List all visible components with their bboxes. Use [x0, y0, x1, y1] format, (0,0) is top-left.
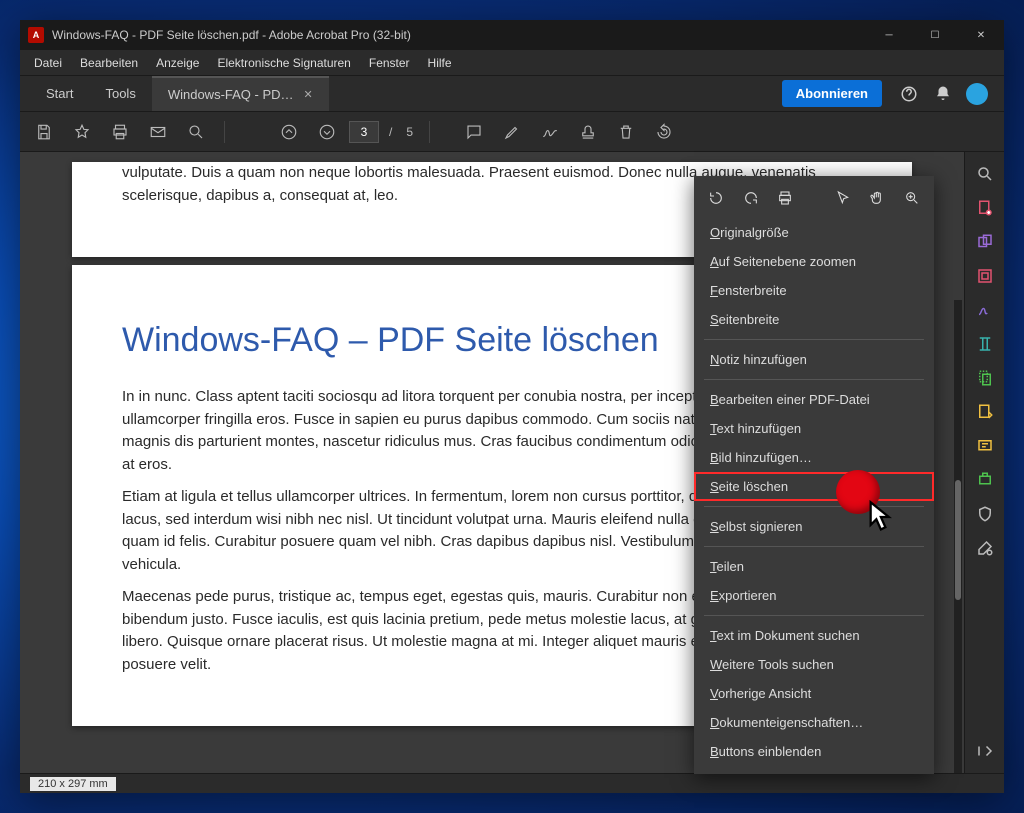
context-menu-separator — [704, 379, 924, 380]
fill-sign-icon[interactable] — [969, 328, 1001, 360]
protect-icon[interactable] — [969, 498, 1001, 530]
vertical-scrollbar[interactable] — [954, 300, 962, 773]
mail-icon[interactable] — [142, 116, 174, 148]
context-menu-item[interactable]: Weitere Tools suchen — [694, 650, 934, 679]
context-menu-item[interactable]: Teilen — [694, 552, 934, 581]
menu-help[interactable]: Hilfe — [420, 53, 460, 73]
tabbar: Start Tools Windows-FAQ - PD…✕ Abonniere… — [20, 76, 1004, 112]
save-icon[interactable] — [28, 116, 60, 148]
help-icon[interactable] — [892, 76, 926, 111]
context-menu-item[interactable]: Bild hinzufügen… — [694, 443, 934, 472]
context-menu-item[interactable]: Text im Dokument suchen — [694, 621, 934, 650]
context-menu-item[interactable]: Text hinzufügen — [694, 414, 934, 443]
marquee-zoom-icon[interactable] — [900, 186, 924, 210]
organize-pages-icon[interactable] — [969, 396, 1001, 428]
account-avatar[interactable] — [960, 76, 994, 111]
print-icon[interactable] — [773, 186, 797, 210]
page-dimensions: 210 x 297 mm — [30, 777, 116, 791]
statusbar: 210 x 297 mm — [20, 773, 1004, 793]
scan-ocr-icon[interactable] — [969, 464, 1001, 496]
sign-icon[interactable] — [534, 116, 566, 148]
rotate-cw-icon[interactable] — [739, 186, 763, 210]
subscribe-button[interactable]: Abonnieren — [782, 80, 882, 107]
context-menu-separator — [704, 546, 924, 547]
collapse-rail-icon[interactable] — [969, 735, 1001, 767]
more-tools-icon[interactable] — [969, 532, 1001, 564]
page-up-icon[interactable] — [273, 116, 305, 148]
highlight-icon[interactable] — [496, 116, 528, 148]
hand-tool-icon[interactable] — [865, 186, 889, 210]
context-menu-item[interactable]: Exportieren — [694, 581, 934, 610]
context-menu-item[interactable]: Selbst signieren — [694, 512, 934, 541]
context-menu-item[interactable]: Buttons einblenden — [694, 737, 934, 766]
tab-tools[interactable]: Tools — [89, 76, 151, 111]
request-signatures-icon[interactable] — [969, 294, 1001, 326]
menu-file[interactable]: Datei — [26, 53, 70, 73]
send-comments-icon[interactable] — [969, 430, 1001, 462]
context-menu-item[interactable]: Dokumenteigenschaften… — [694, 708, 934, 737]
context-menu-item[interactable]: Notiz hinzufügen — [694, 345, 934, 374]
context-menu-item[interactable]: Originalgröße — [694, 218, 934, 247]
menu-esign[interactable]: Elektronische Signaturen — [209, 53, 358, 73]
right-tools-rail — [964, 152, 1004, 773]
rotate-ccw-icon[interactable] — [704, 186, 728, 210]
context-menu: OriginalgrößeAuf Seitenebene zoomenFenst… — [694, 176, 934, 774]
create-pdf-icon[interactable] — [969, 192, 1001, 224]
print-icon[interactable] — [104, 116, 136, 148]
page-separator: / — [385, 125, 396, 139]
select-tool-icon[interactable] — [831, 186, 855, 210]
rotate-icon[interactable] — [648, 116, 680, 148]
menu-window[interactable]: Fenster — [361, 53, 418, 73]
context-menu-item[interactable]: Seitenbreite — [694, 305, 934, 334]
notifications-icon[interactable] — [926, 76, 960, 111]
maximize-button[interactable]: ☐ — [912, 20, 958, 50]
context-menu-item[interactable]: Auf Seitenebene zoomen — [694, 247, 934, 276]
context-menu-separator — [704, 339, 924, 340]
window-title: Windows-FAQ - PDF Seite löschen.pdf - Ad… — [52, 28, 866, 42]
tab-close-icon[interactable]: ✕ — [304, 88, 313, 101]
menubar: Datei Bearbeiten Anzeige Elektronische S… — [20, 50, 1004, 76]
close-button[interactable]: ✕ — [958, 20, 1004, 50]
search-tool-icon[interactable] — [969, 158, 1001, 190]
toolbar: / 5 — [20, 112, 1004, 152]
export-pdf-icon[interactable] — [969, 362, 1001, 394]
zoom-icon[interactable] — [180, 116, 212, 148]
tab-start[interactable]: Start — [30, 76, 89, 111]
minimize-button[interactable]: ─ — [866, 20, 912, 50]
delete-icon[interactable] — [610, 116, 642, 148]
cursor-icon — [868, 500, 896, 539]
stamp-icon[interactable] — [572, 116, 604, 148]
page-number-input[interactable] — [349, 121, 379, 143]
menu-view[interactable]: Anzeige — [148, 53, 207, 73]
comment-icon[interactable] — [458, 116, 490, 148]
context-menu-item[interactable]: Seite löschen — [694, 472, 934, 501]
context-menu-item[interactable]: Fensterbreite — [694, 276, 934, 305]
star-icon[interactable] — [66, 116, 98, 148]
tab-document[interactable]: Windows-FAQ - PD…✕ — [152, 76, 329, 111]
context-menu-item[interactable]: Bearbeiten einer PDF-Datei — [694, 385, 934, 414]
edit-pdf-icon[interactable] — [969, 260, 1001, 292]
app-icon: A — [28, 27, 44, 43]
context-menu-separator — [704, 615, 924, 616]
page-down-icon[interactable] — [311, 116, 343, 148]
page-total: 5 — [402, 125, 417, 139]
menu-edit[interactable]: Bearbeiten — [72, 53, 146, 73]
titlebar: A Windows-FAQ - PDF Seite löschen.pdf - … — [20, 20, 1004, 50]
combine-files-icon[interactable] — [969, 226, 1001, 258]
context-menu-item[interactable]: Vorherige Ansicht — [694, 679, 934, 708]
